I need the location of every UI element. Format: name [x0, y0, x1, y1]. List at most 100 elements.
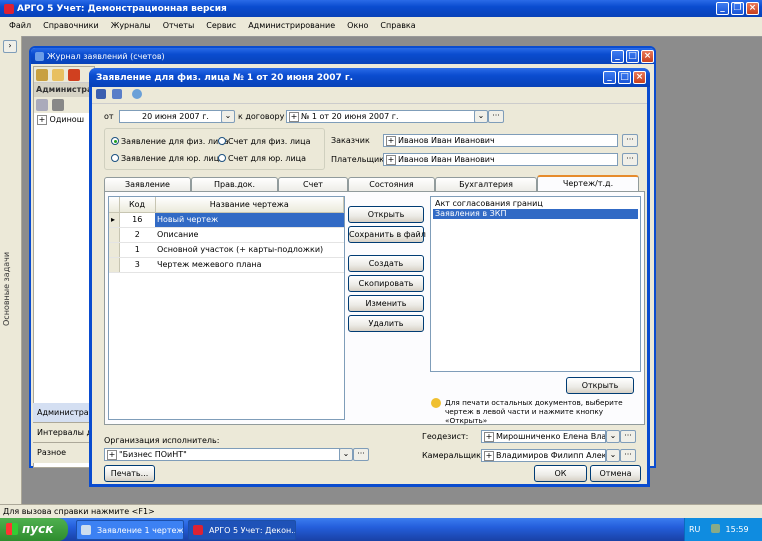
menu-item-file[interactable]: Файл: [9, 21, 31, 30]
radio-icon: [111, 154, 119, 162]
expand-icon[interactable]: ›: [3, 40, 17, 53]
tab-drawings[interactable]: Чертеж/т.д.: [537, 175, 639, 192]
side-item-misc[interactable]: Разное: [33, 443, 95, 463]
copy-button[interactable]: Скопировать: [348, 275, 424, 292]
close-icon[interactable]: ×: [746, 2, 759, 15]
payer-plus-icon[interactable]: +: [386, 155, 396, 165]
grid-header-name[interactable]: Название чертежа: [155, 197, 344, 213]
open-icon[interactable]: [36, 69, 48, 81]
menu-item-window[interactable]: Окно: [347, 21, 368, 30]
menu-item-journals[interactable]: Журналы: [111, 21, 151, 30]
from-label: от: [104, 112, 114, 121]
radio-individual-statement[interactable]: Заявление для физ. лица: [111, 137, 229, 146]
list-item[interactable]: Акт согласования границ: [433, 199, 638, 209]
tab-invoice[interactable]: Счет: [278, 177, 348, 192]
side-item-admin[interactable]: Администрати: [33, 403, 95, 423]
task-argo[interactable]: АРГО 5 Учет: Декон...: [188, 520, 296, 540]
dialog-maximize-icon[interactable]: □: [618, 71, 631, 84]
lang-indicator[interactable]: RU: [689, 525, 700, 534]
edit-button[interactable]: Изменить: [348, 295, 424, 312]
table-row[interactable]: ▸ 16 Новый чертеж: [109, 212, 344, 228]
save-to-file-button[interactable]: Сохранить в файл: [348, 226, 426, 243]
refresh-icon[interactable]: [132, 89, 143, 99]
tab-rights-docs[interactable]: Прав.док.: [191, 177, 278, 192]
save-icon[interactable]: [96, 89, 106, 99]
print-button[interactable]: Печать...: [104, 465, 155, 482]
journal-close-icon[interactable]: ×: [641, 49, 654, 63]
new-icon[interactable]: [36, 99, 48, 111]
date-field[interactable]: 20 июня 2007 г.: [119, 110, 232, 123]
create-button[interactable]: Создать: [348, 255, 424, 272]
edit-icon[interactable]: [52, 69, 64, 81]
table-row[interactable]: 2 Описание: [109, 227, 344, 243]
cameral-browse-icon[interactable]: ···: [620, 449, 636, 462]
dialog-toolbar: [92, 87, 647, 104]
delete-icon[interactable]: [68, 69, 80, 81]
menu-item-references[interactable]: Справочники: [43, 21, 99, 30]
contract-plus-icon[interactable]: +: [289, 112, 299, 122]
customer-plus-icon[interactable]: +: [386, 136, 396, 146]
app-title: АРГО 5 Учет: Демонстрационная версия: [17, 3, 227, 14]
geodesist-plus-icon[interactable]: +: [484, 432, 494, 442]
payer-field[interactable]: + Иванов Иван Иванович: [383, 153, 618, 166]
contract-dropdown-icon[interactable]: ⌄: [474, 110, 488, 123]
menu-item-service[interactable]: Сервис: [206, 21, 236, 30]
cameral-label: Камеральщик:: [422, 451, 484, 460]
contract-browse-icon[interactable]: ···: [488, 110, 504, 123]
geodesist-dropdown-icon[interactable]: ⌄: [606, 430, 620, 443]
tree-item-label: Одинош: [49, 115, 85, 124]
side-item-intervals[interactable]: Интервалы да: [33, 423, 95, 443]
minimize-icon[interactable]: _: [716, 2, 729, 15]
journal-tab-label[interactable]: Администрат: [34, 83, 94, 97]
journal-minimize-icon[interactable]: _: [611, 49, 624, 63]
side-strip: › Основные задачи: [0, 36, 22, 504]
tree-expand-icon[interactable]: +: [37, 115, 47, 125]
cameral-dropdown-icon[interactable]: ⌄: [606, 449, 620, 462]
contract-field[interactable]: + № 1 от 20 июня 2007 г.: [286, 110, 481, 123]
open-drawing-button[interactable]: Открыть: [348, 206, 424, 223]
date-dropdown-icon[interactable]: ⌄: [221, 110, 235, 123]
menu-item-admin[interactable]: Администрирование: [248, 21, 335, 30]
cameral-field[interactable]: +Владимиров Филипп Алексан: [481, 449, 606, 462]
network-icon[interactable]: [710, 524, 720, 533]
documents-list: Акт согласования границ Заявления в ЗКП: [430, 196, 641, 372]
print-icon[interactable]: [111, 89, 122, 99]
open-document-button[interactable]: Открыть: [566, 377, 634, 394]
radio-individual-invoice[interactable]: Счет для физ. лица: [218, 137, 310, 146]
cameral-plus-icon[interactable]: +: [484, 451, 494, 461]
tab-states[interactable]: Состояния: [348, 177, 435, 192]
table-row[interactable]: 3 Чертеж межевого плана: [109, 257, 344, 273]
tab-statement[interactable]: Заявление: [104, 177, 191, 192]
dialog-minimize-icon[interactable]: _: [603, 71, 616, 84]
list-item[interactable]: Заявления в ЗКП: [433, 209, 638, 219]
menu-item-help[interactable]: Справка: [380, 21, 415, 30]
payer-browse-icon[interactable]: ···: [622, 153, 638, 166]
menu-item-reports[interactable]: Отчеты: [163, 21, 195, 30]
start-button[interactable]: пуск: [0, 518, 68, 541]
system-tray: RU 15:59: [684, 518, 762, 541]
ok-button[interactable]: ОК: [534, 465, 587, 482]
task-statement[interactable]: Заявление 1 чертеж...: [76, 520, 184, 540]
radio-legal-statement[interactable]: Заявление для юр. лица: [111, 154, 224, 163]
restore-icon[interactable]: ❐: [731, 2, 744, 15]
customer-field[interactable]: + Иванов Иван Иванович: [383, 134, 618, 147]
journal-maximize-icon[interactable]: □: [626, 49, 639, 63]
org-browse-icon[interactable]: ···: [353, 448, 369, 461]
tree-item[interactable]: + Одинош: [34, 113, 94, 127]
org-plus-icon[interactable]: +: [107, 450, 117, 460]
geodesist-field[interactable]: +Мирошниченко Елена Владими: [481, 430, 606, 443]
tab-accounting[interactable]: Бухгалтерия: [435, 177, 537, 192]
customer-browse-icon[interactable]: ···: [622, 134, 638, 147]
grid-header-code[interactable]: Код: [119, 197, 156, 213]
delete-button[interactable]: Удалить: [348, 315, 424, 332]
cancel-button[interactable]: Отмена: [590, 465, 641, 482]
dialog-close-icon[interactable]: ×: [633, 71, 646, 84]
radio-legal-invoice[interactable]: Счет для юр. лица: [218, 154, 306, 163]
table-row[interactable]: 1 Основной участок (+ карты-подложки): [109, 242, 344, 258]
org-field[interactable]: + "Бизнес ПОиНТ": [104, 448, 340, 461]
org-dropdown-icon[interactable]: ⌄: [339, 448, 353, 461]
cut-icon[interactable]: [52, 99, 64, 111]
geodesist-browse-icon[interactable]: ···: [620, 430, 636, 443]
menu-bar: Файл Справочники Журналы Отчеты Сервис Админи…: [0, 19, 762, 33]
status-bar: Для вызова справки нажмите <F1>: [0, 504, 762, 518]
